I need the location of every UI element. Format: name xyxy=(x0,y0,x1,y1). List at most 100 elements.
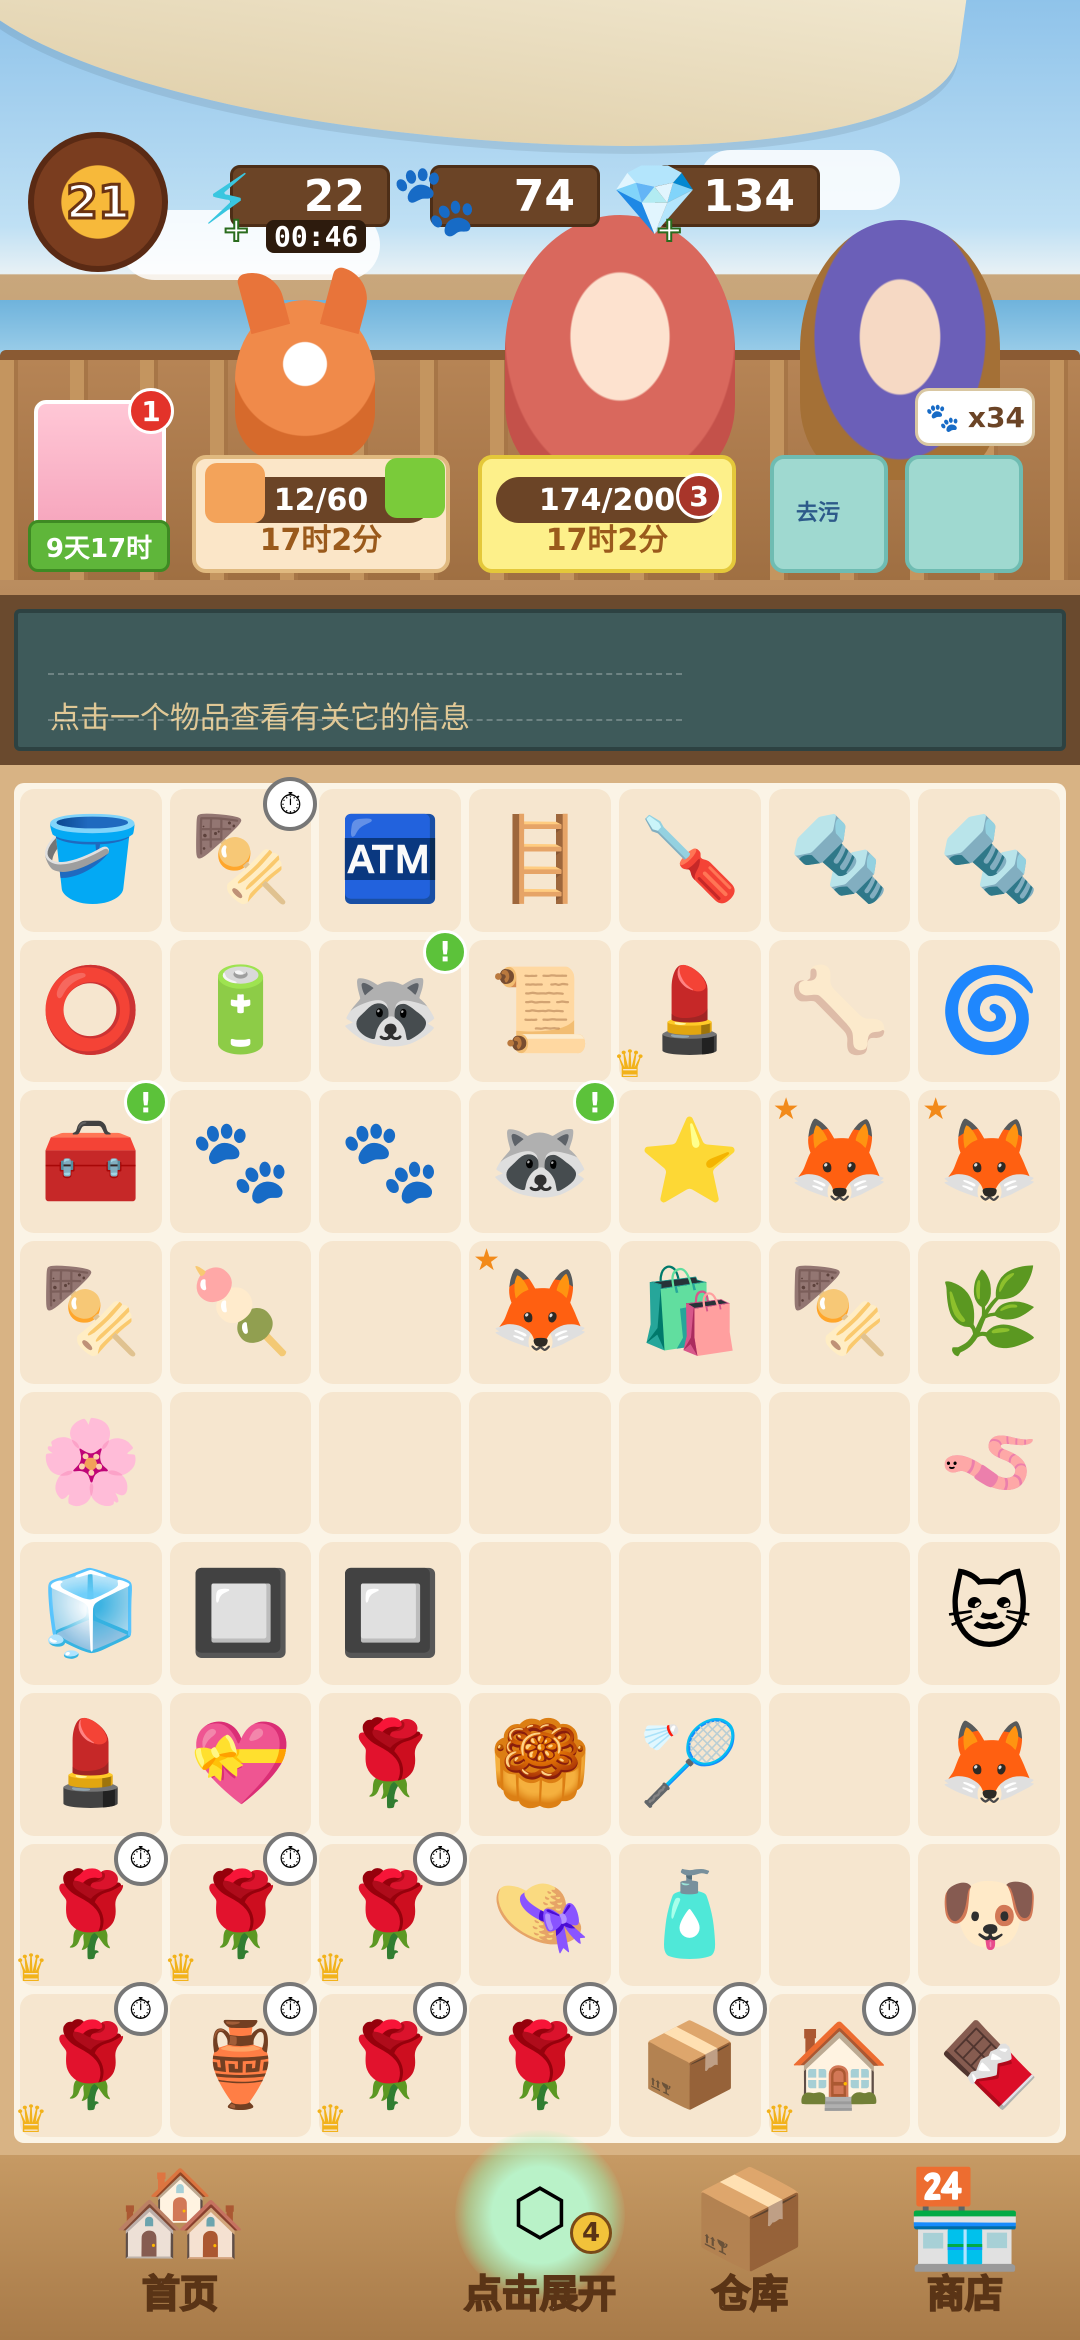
nav-shop[interactable]: 🏪 商店 xyxy=(880,2155,1050,2340)
grid-cell[interactable]: 📜 xyxy=(469,939,611,1083)
grid-cell-empty[interactable] xyxy=(768,1542,911,1685)
grid-cell[interactable]: 🦝! xyxy=(319,929,468,1083)
gem-plus-icon[interactable]: + xyxy=(654,209,684,251)
grid-cell[interactable]: 🌹 ⏱ ♛ xyxy=(14,1982,168,2141)
town-icon: 🏘️ xyxy=(111,2148,249,2276)
grid-cell[interactable]: 📦 ⏱ xyxy=(618,1982,767,2137)
grid-cell[interactable]: 🍡 xyxy=(169,1241,312,1384)
energy-plus-icon[interactable]: + xyxy=(221,209,251,251)
grid-cell[interactable]: 🍫 xyxy=(918,1994,1060,2137)
level-badge[interactable]: 21 xyxy=(28,132,168,272)
grid-cell[interactable]: 🏧 xyxy=(319,789,462,932)
glue-tube-icon: 💄 xyxy=(638,962,741,1058)
grid-cell[interactable]: 🪱 xyxy=(918,1391,1060,1535)
grid-cell[interactable]: 🌹 ⏱ ♛ xyxy=(164,1831,318,1990)
stopwatch-icon: ⏱ xyxy=(263,1982,318,2037)
grid-cell-empty[interactable] xyxy=(618,1391,761,1535)
grid-cell[interactable]: 👒 xyxy=(469,1843,611,1987)
grid-cell[interactable]: 🛍️ xyxy=(618,1241,761,1384)
grid-cell[interactable]: 🌹 ⏱ ♛ xyxy=(14,1831,168,1990)
grid-cell-empty[interactable] xyxy=(469,1542,611,1685)
grid-cell[interactable]: 🍢 xyxy=(768,1241,911,1384)
grid-cell[interactable]: 🦴 xyxy=(768,939,911,1083)
cleaning-cloth-tile[interactable] xyxy=(905,455,1023,573)
grid-cell[interactable]: 🧊 xyxy=(20,1542,162,1685)
rose-pot-icon: 🌹 xyxy=(39,1866,142,1962)
fox-sticker-goggles-icon: 🦊 xyxy=(938,1113,1041,1209)
grid-cell-empty[interactable] xyxy=(768,1391,911,1535)
fox-sticker-icon: 🦊 xyxy=(488,1264,592,1360)
rose-pot-icon: 🌹 xyxy=(339,2017,442,2113)
grid-cell[interactable]: 🏺 ⏱ xyxy=(169,1982,318,2137)
grid-cell[interactable]: 🦊 xyxy=(918,1693,1060,1836)
grid-cell[interactable]: 🌹 xyxy=(319,1693,462,1836)
grid-cell[interactable]: ⭐ xyxy=(618,1090,761,1233)
info-divider xyxy=(48,673,682,675)
grid-cell[interactable]: 🍢 ⏱ xyxy=(169,777,318,932)
grid-cell[interactable]: 🐾 xyxy=(319,1090,462,1233)
stopwatch-icon: ⏱ xyxy=(562,1982,617,2037)
grid-cell[interactable]: 🌹 ⏱ ♛ xyxy=(313,1982,468,2141)
fox-sticker-hat-icon: 🦊 xyxy=(788,1113,891,1209)
grid-cell[interactable]: 🌸 xyxy=(20,1391,162,1535)
rubber-band-icon: 🪱 xyxy=(938,1414,1041,1510)
nav-home[interactable]: 🏘️ 首页 xyxy=(30,2155,330,2340)
fox-character[interactable] xyxy=(235,300,375,460)
grid-cell[interactable]: 🔲 xyxy=(169,1542,312,1685)
exclamation-icon: ! xyxy=(423,929,468,974)
fox-keychain-icon: 🦊 xyxy=(938,1716,1041,1812)
grid-cell[interactable]: 🔩 xyxy=(918,789,1060,932)
avatar-timer: 9天17时 xyxy=(28,520,170,572)
grid-cell-empty[interactable] xyxy=(469,1391,611,1535)
cat-keychain-icon: 🐱 xyxy=(946,1565,1032,1661)
grid-cell[interactable]: 💝 xyxy=(169,1693,312,1836)
grid-cell-empty[interactable] xyxy=(768,1843,911,1987)
girl-character[interactable] xyxy=(505,215,735,485)
embroidery-hoop-icon: 🏸 xyxy=(638,1716,741,1812)
grid-cell[interactable]: 🥮 xyxy=(469,1693,611,1836)
grid-cell[interactable]: ⭕ xyxy=(20,939,162,1083)
grid-cell[interactable]: 🐱 xyxy=(918,1542,1060,1685)
grid-cell[interactable]: 🦝! xyxy=(469,1080,617,1233)
grid-cell-empty[interactable] xyxy=(618,1542,761,1685)
grid-cell-empty[interactable] xyxy=(169,1391,312,1535)
grid-cell[interactable]: 🐶 xyxy=(918,1843,1060,1987)
grid-cell[interactable]: 🐾 xyxy=(169,1090,312,1233)
grid-cell[interactable]: 🔋 xyxy=(169,939,312,1083)
grid-cell[interactable]: 🏠 ⏱ ♛ xyxy=(763,1982,917,2141)
grid-cell[interactable]: 💄 xyxy=(20,1693,162,1836)
grid-cell[interactable]: 🧰! xyxy=(20,1080,168,1233)
grid-cell[interactable]: 🦊 ★ xyxy=(768,1090,911,1233)
grid-cell[interactable]: 🌹 ⏱ xyxy=(469,1982,617,2137)
grid-cell[interactable]: 💄 ♛ xyxy=(613,939,761,1086)
straw-hat-icon: 👒 xyxy=(488,1866,592,1962)
grid-cell[interactable]: 🌿 xyxy=(918,1241,1060,1384)
grid-cell[interactable]: 🪣 xyxy=(20,789,162,932)
nav-expand[interactable]: ⬡ 点击展开 xyxy=(420,2155,660,2340)
grid-cell[interactable]: 🌀 xyxy=(918,939,1060,1083)
grid-cell[interactable]: 🪜 xyxy=(469,789,611,932)
crown-icon: ♛ xyxy=(313,1946,348,1991)
grid-cell-empty[interactable] xyxy=(768,1693,911,1836)
crown-icon: ♛ xyxy=(612,1042,647,1087)
grid-cell-empty[interactable] xyxy=(319,1241,462,1384)
grid-cell[interactable]: 🔩 xyxy=(768,789,911,932)
detergent-tile[interactable]: 去污 xyxy=(770,455,888,573)
battery-icon: 🔋 xyxy=(189,962,292,1058)
glass-shards-icon: 🧊 xyxy=(39,1565,142,1661)
grid-cell[interactable]: 🌹 ⏱ ♛ xyxy=(313,1831,468,1990)
grid-cell[interactable]: 🪛 xyxy=(618,789,761,932)
stopwatch-icon: ⏱ xyxy=(113,1831,168,1886)
warehouse-box-icon: 📦 xyxy=(690,2163,810,2275)
grid-cell[interactable]: 🔲 xyxy=(319,1542,462,1685)
grid-cell[interactable]: 🍢 xyxy=(20,1241,162,1384)
grid-cell-empty[interactable] xyxy=(319,1391,462,1535)
grid-cell[interactable]: 🏸 xyxy=(618,1693,761,1836)
grid-cell[interactable]: 🦊 ★ xyxy=(918,1090,1060,1233)
nav-warehouse[interactable]: 📦 仓库 xyxy=(670,2155,830,2340)
grid-cell[interactable]: 🦊 ★ xyxy=(469,1241,611,1384)
paw-count: x34 xyxy=(967,400,1025,434)
level-number: 21 xyxy=(64,174,131,231)
grid-cell[interactable]: 🧴 xyxy=(618,1843,761,1987)
lipstick-icon: 💄 xyxy=(39,1716,142,1812)
